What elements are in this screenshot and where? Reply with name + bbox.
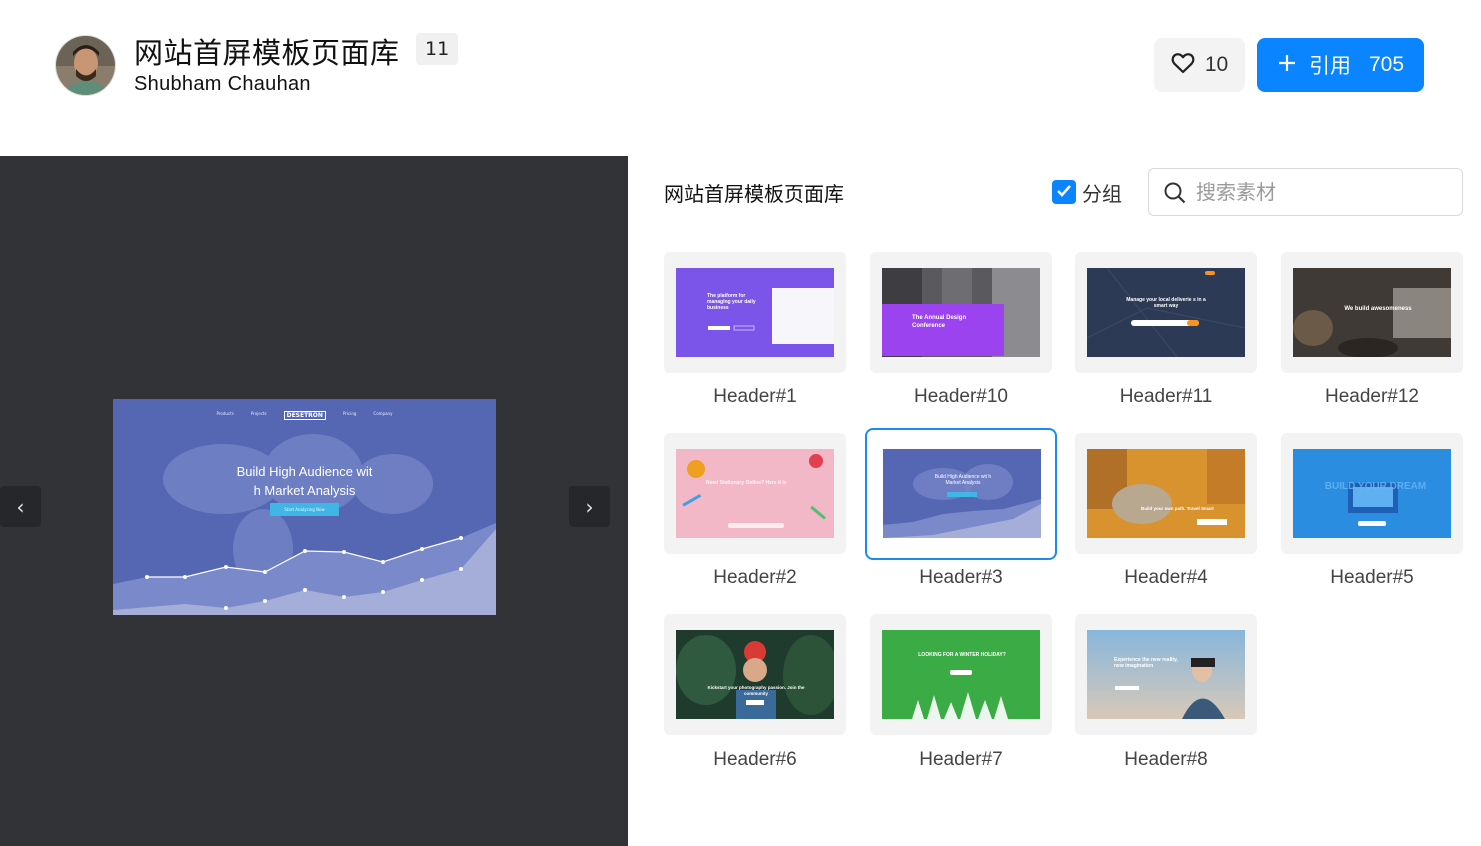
template-label: Header#10 <box>913 386 1009 407</box>
group-checkbox[interactable] <box>1052 180 1076 204</box>
template-thumbnail: Need Stationary Online? Here it is <box>676 449 834 538</box>
thumbnail-text: Experience the new reality, new imaginat… <box>1114 657 1178 669</box>
page-title: 网站首屏模板页面库 <box>134 36 400 70</box>
template-thumbnail: Build your own path. Travel Smart <box>1087 449 1245 538</box>
preview-nav-item: Company <box>373 411 393 416</box>
template-card-header-8[interactable]: Experience the new reality, new imaginat… <box>1075 614 1257 735</box>
preview-image: Products Projects DESETRON Pricing Compa… <box>113 399 496 615</box>
preview-nav-item: Pricing <box>342 411 357 416</box>
template-label: Header#3 <box>919 567 1003 588</box>
template-thumbnail: BUILD YOUR DREAM <box>1293 449 1451 538</box>
template-label: Header#5 <box>1330 567 1414 588</box>
thumbnail-text: The Annual Design Conference <box>912 315 967 329</box>
template-card-header-1[interactable]: The platform for managing your daily bus… <box>664 252 846 373</box>
preview-nav-item: Projects <box>250 411 267 416</box>
author-name[interactable]: Shubham Chauhan <box>134 73 311 96</box>
group-label[interactable]: 分组 <box>1082 178 1122 207</box>
chevron-right-icon: › <box>585 494 594 519</box>
template-card-header-3-selected[interactable]: Build High Audience wit h Market Analysi… <box>865 428 1057 560</box>
thumbnail-text: The platform for managing your daily bus… <box>707 293 756 311</box>
template-label: Header#4 <box>1124 567 1208 588</box>
template-label: Header#7 <box>919 749 1003 770</box>
preview-headline-line: Build High Audience wit <box>236 464 373 479</box>
template-card-header-10[interactable]: The Annual Design Conference <box>870 252 1052 373</box>
template-thumbnail: Build High Audience wit h Market Analysi… <box>883 449 1041 538</box>
template-label: Header#2 <box>713 567 797 588</box>
search-icon <box>1163 181 1187 209</box>
template-thumbnail: Manage your local deliverie s in a smart… <box>1087 268 1245 357</box>
thumbnail-text: We build awesomeness <box>1344 306 1412 312</box>
template-thumbnail: We build awesomeness <box>1293 268 1451 357</box>
template-card-header-11[interactable]: Manage your local deliverie s in a smart… <box>1075 252 1257 373</box>
preview-cta: Start Analyzing Now <box>270 503 339 516</box>
template-card-header-12[interactable]: We build awesomeness <box>1281 252 1463 373</box>
preview-pane: ‹ Products Projects DESETRON Pricing Com… <box>0 156 628 846</box>
chevron-left-icon: ‹ <box>16 494 25 519</box>
checkmark-icon <box>1056 183 1072 202</box>
item-count-badge: 11 <box>416 33 459 65</box>
preview-headline-line: h Market Analysis <box>253 483 356 498</box>
template-label: Header#1 <box>713 386 797 407</box>
preview-nav-item: Products <box>216 411 234 416</box>
cite-label: 引用 <box>1308 54 1351 78</box>
preview-headline: Build High Audience wit h Market Analysi… <box>113 462 496 500</box>
thumbnail-text: Manage your local deliverie s in a smart… <box>1126 297 1206 309</box>
preview-logo: DESETRON <box>283 411 326 420</box>
template-label: Header#11 <box>1119 386 1213 407</box>
panel-title: 网站首屏模板页面库 <box>664 182 844 206</box>
previous-arrow-button[interactable]: ‹ <box>0 486 41 527</box>
thumbnail-text: Need Stationary Online? Here it is <box>706 480 787 486</box>
template-card-header-2[interactable]: Need Stationary Online? Here it is <box>664 433 846 554</box>
like-button[interactable]: 10 <box>1154 38 1245 92</box>
template-card-header-4[interactable]: Build your own path. Travel Smart <box>1075 433 1257 554</box>
plus-icon <box>1277 53 1297 77</box>
thumbnail-text: Kickstart your photography passion. Join… <box>707 685 805 696</box>
template-label: Header#6 <box>713 749 797 770</box>
search-box[interactable] <box>1148 168 1463 216</box>
cite-count: 705 <box>1368 53 1405 76</box>
template-card-header-5[interactable]: BUILD YOUR DREAM <box>1281 433 1463 554</box>
search-input[interactable] <box>1196 177 1446 207</box>
page-header: 网站首屏模板页面库 11 Shubham Chauhan 10 引用 705 <box>0 0 1481 156</box>
thumbnail-text: LOOKING FOR A WINTER HOLIDAY? <box>918 652 1006 658</box>
template-label: Header#8 <box>1124 749 1208 770</box>
template-thumbnail: The platform for managing your daily bus… <box>676 268 834 357</box>
author-avatar[interactable] <box>55 35 116 96</box>
template-card-header-6[interactable]: Kickstart your photography passion. Join… <box>664 614 846 735</box>
template-thumbnail: Kickstart your photography passion. Join… <box>676 630 834 719</box>
thumbnail-text: Build your own path. Travel Smart <box>1141 506 1214 511</box>
template-thumbnail: The Annual Design Conference <box>882 268 1040 357</box>
template-card-header-7[interactable]: LOOKING FOR A WINTER HOLIDAY? <box>870 614 1052 735</box>
thumbnail-text: BUILD YOUR DREAM <box>1324 481 1427 492</box>
template-thumbnail: LOOKING FOR A WINTER HOLIDAY? <box>882 630 1040 719</box>
template-label: Header#12 <box>1324 386 1420 407</box>
template-thumbnail: Experience the new reality, new imaginat… <box>1087 630 1245 719</box>
cite-button[interactable]: 引用 705 <box>1257 38 1424 92</box>
heart-icon <box>1171 52 1195 78</box>
next-arrow-button[interactable]: › <box>569 486 610 527</box>
preview-navbar: Products Projects DESETRON Pricing Compa… <box>113 411 496 420</box>
like-count: 10 <box>1204 53 1229 76</box>
thumbnail-text: Build High Audience wit h Market Analysi… <box>934 474 992 486</box>
